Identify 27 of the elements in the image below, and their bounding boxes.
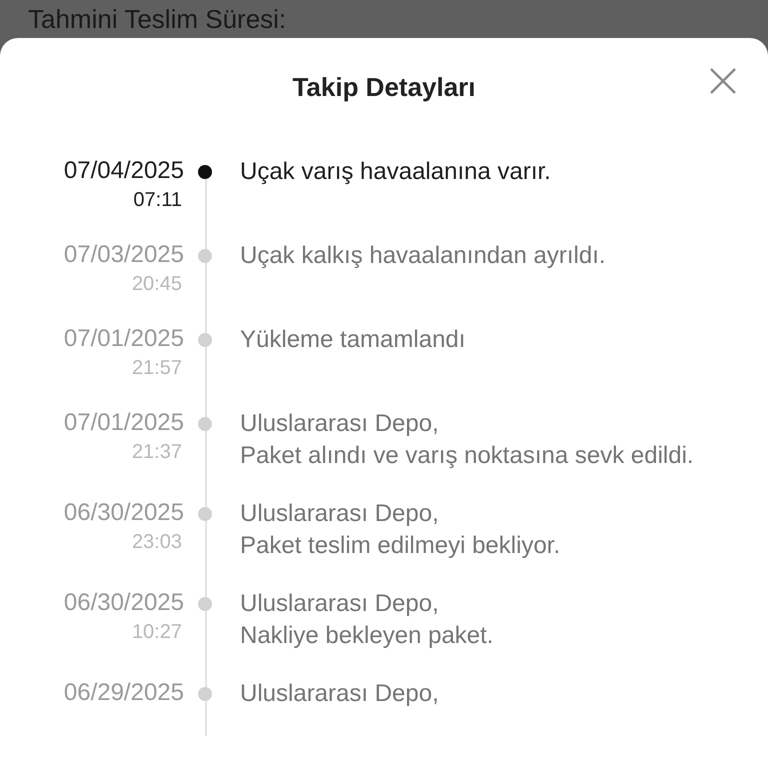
event-date: 07/04/2025 [64, 156, 184, 186]
event-description: Uçak kalkış havaalanından ayrıldı. [240, 241, 607, 271]
event-date: 07/01/2025 [64, 324, 184, 354]
event-description: Uluslararası Depo, [240, 589, 440, 619]
event-time: 07:11 [133, 188, 182, 213]
event-date: 07/03/2025 [64, 240, 184, 270]
event-time: 23:03 [132, 530, 182, 555]
event-description: Yükleme tamamlandı [240, 325, 466, 355]
close-icon [708, 66, 738, 96]
event-time: 10:27 [132, 620, 182, 645]
event-time: 21:57 [132, 356, 182, 381]
event-date: 06/30/2025 [64, 498, 184, 528]
event-description: Uluslararası Depo, [240, 679, 440, 709]
event-description: Paket alındı ve varış noktasına sevk edildi. [240, 441, 695, 471]
event-date: 07/01/2025 [64, 408, 184, 438]
event-description: Paket teslim edilmeyi bekliyor. [240, 531, 562, 561]
sheet-title: Takip Detayları [292, 71, 476, 103]
event-date: 06/30/2025 [64, 588, 184, 618]
event-description: Uçak varış havaalanına varır. [240, 157, 552, 187]
close-button[interactable] [708, 66, 738, 96]
event-description: Uluslararası Depo, [240, 409, 440, 439]
estimated-delivery-label: Tahmini Teslim Süresi: [28, 4, 286, 36]
event-description: Uluslararası Depo, [240, 499, 440, 529]
event-time: 20:45 [132, 272, 182, 297]
event-date: 06/29/2025 [64, 678, 184, 708]
event-time: 21:37 [132, 440, 182, 465]
event-description: Nakliye bekleyen paket. [240, 621, 494, 651]
